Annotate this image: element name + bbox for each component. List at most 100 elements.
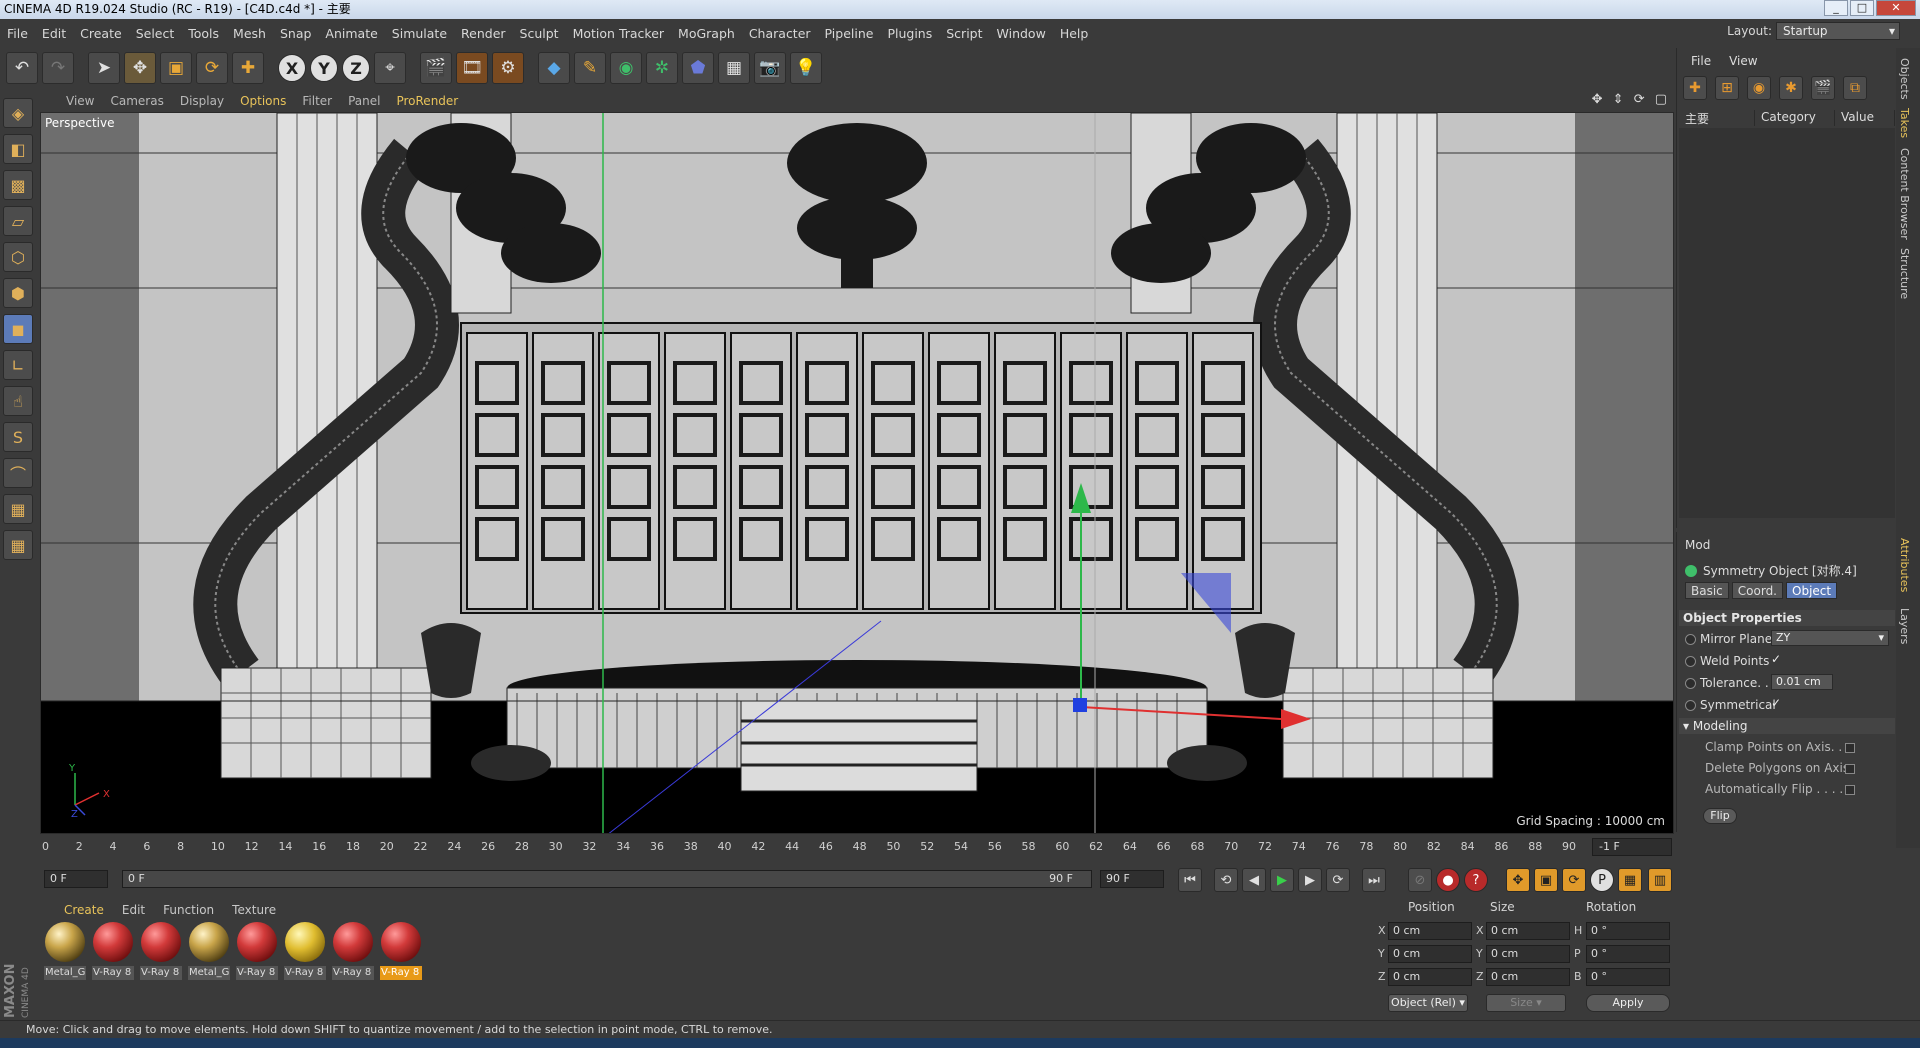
take-new-icon[interactable]: ✚ — [1683, 76, 1707, 100]
take-group-icon[interactable]: ◉ — [1747, 76, 1771, 100]
menu-character[interactable]: Character — [742, 26, 818, 41]
menu-motion-tracker[interactable]: Motion Tracker — [566, 26, 671, 41]
rotation-p-field[interactable]: 0 ° — [1586, 945, 1670, 963]
layout-select[interactable]: Startup ▾ — [1776, 22, 1900, 40]
delete-polygons-checkbox[interactable] — [1845, 764, 1855, 774]
subdivision-icon[interactable]: ◉ — [610, 52, 642, 84]
menu-pipeline[interactable]: Pipeline — [818, 26, 881, 41]
timeline-ruler[interactable]: 0 2 4 6 8 10 12 14 16 18 20 22 24 26 28 30 32 34 36 38 40 42 4… — [42, 838, 1672, 858]
viewport-menu-display[interactable]: Display — [180, 94, 224, 108]
cloner-icon[interactable]: ✲ — [646, 52, 678, 84]
position-z-field[interactable]: 0 cm — [1388, 968, 1472, 986]
coordinate-system-icon[interactable]: ⌖ — [374, 52, 406, 84]
render-picture-viewer-icon[interactable]: 🎞 — [456, 52, 488, 84]
rotation-h-field[interactable]: 0 ° — [1586, 922, 1670, 940]
make-editable-icon[interactable]: ◈ — [3, 98, 33, 128]
modeling-section[interactable]: ▾ Modeling — [1679, 718, 1895, 734]
enable-snap-icon[interactable]: ⌒ — [3, 458, 33, 488]
minimize-button[interactable]: _ — [1824, 0, 1848, 16]
viewport-menu-prorender[interactable]: ProRender — [396, 94, 458, 108]
object-menu-view[interactable]: View — [1729, 54, 1757, 68]
auto-flip-checkbox[interactable] — [1845, 785, 1855, 795]
render-settings-icon[interactable]: ⚙ — [492, 52, 524, 84]
previous-frame-icon[interactable]: ◀ — [1242, 868, 1266, 892]
rotate-tool-icon[interactable]: ⟳ — [196, 52, 228, 84]
material-swatch[interactable]: V-Ray 8 — [92, 922, 134, 1024]
menu-snap[interactable]: Snap — [273, 26, 318, 41]
keyframe-radio-icon[interactable] — [1685, 677, 1696, 689]
material-menu-create[interactable]: Create — [64, 903, 104, 917]
close-button[interactable]: ✕ — [1876, 0, 1916, 16]
position-y-field[interactable]: 0 cm — [1388, 945, 1472, 963]
apply-button[interactable]: Apply — [1586, 994, 1670, 1012]
rotation-b-field[interactable]: 0 ° — [1586, 968, 1670, 986]
previous-key-icon[interactable]: ⟲ — [1214, 868, 1238, 892]
cube-icon[interactable]: ◆ — [538, 52, 570, 84]
locked-workplane-icon[interactable]: ▦ — [3, 494, 33, 524]
menu-file[interactable]: File — [0, 26, 35, 41]
material-swatch[interactable]: V-Ray 8 — [140, 922, 182, 1024]
pen-spline-icon[interactable]: ✎ — [574, 52, 606, 84]
goto-start-icon[interactable]: ⏮ — [1178, 868, 1202, 892]
size-mode-select[interactable]: Size ▾ — [1486, 994, 1566, 1012]
polygons-mode-icon[interactable]: ◼ — [3, 314, 33, 344]
y-axis-lock-icon[interactable]: Y — [310, 54, 338, 82]
menu-edit[interactable]: Edit — [35, 26, 73, 41]
flip-button[interactable]: Flip — [1703, 808, 1737, 824]
texture-mode-icon[interactable]: ▩ — [3, 170, 33, 200]
keyframe-radio-icon[interactable] — [1685, 633, 1696, 645]
menu-plugins[interactable]: Plugins — [880, 26, 939, 41]
end-frame-field[interactable]: 90 F — [1100, 870, 1164, 888]
viewport-menu-filter[interactable]: Filter — [302, 94, 332, 108]
menu-help[interactable]: Help — [1053, 26, 1096, 41]
solo-icon[interactable]: S — [3, 422, 33, 452]
symmetrical-checkbox[interactable]: ✓ — [1771, 696, 1781, 710]
next-key-icon[interactable]: ⟳ — [1326, 868, 1350, 892]
light-icon[interactable]: 💡 — [790, 52, 822, 84]
maximize-button[interactable]: □ — [1850, 0, 1874, 16]
frame-range-slider[interactable]: 0 F 90 F — [122, 870, 1092, 888]
start-frame-field[interactable]: 0 F — [44, 870, 108, 888]
size-x-field[interactable]: 0 cm — [1486, 922, 1570, 940]
material-swatch[interactable]: Metal_G — [44, 922, 86, 1024]
keyframe-radio-icon[interactable] — [1685, 699, 1696, 711]
take-camera-icon[interactable]: 🎬 — [1811, 76, 1835, 100]
deformer-icon[interactable]: ⬟ — [682, 52, 714, 84]
move-tool-icon[interactable]: ✥ — [124, 52, 156, 84]
material-swatch[interactable]: V-Ray 8 — [236, 922, 278, 1024]
viewport-menu-view[interactable]: View — [66, 94, 94, 108]
side-tab-structure[interactable]: Structure — [1898, 248, 1911, 299]
floor-icon[interactable]: ▦ — [718, 52, 750, 84]
side-tab-attributes[interactable]: Attributes — [1898, 538, 1911, 592]
menu-mesh[interactable]: Mesh — [226, 26, 273, 41]
undo-icon[interactable]: ↶ — [6, 52, 38, 84]
tab-coord[interactable]: Coord. — [1731, 582, 1783, 599]
weld-points-checkbox[interactable]: ✓ — [1771, 652, 1781, 666]
menu-select[interactable]: Select — [129, 26, 182, 41]
material-swatch-selected[interactable]: V-Ray 8 — [380, 922, 422, 1024]
material-menu-function[interactable]: Function — [163, 903, 214, 917]
menu-sculpt[interactable]: Sculpt — [513, 26, 566, 41]
goto-end-icon[interactable]: ⏭ — [1362, 868, 1386, 892]
mirror-plane-select[interactable]: ZY ▾ — [1771, 630, 1889, 646]
axis-mode-icon[interactable]: ∟ — [3, 350, 33, 380]
model-mode-icon[interactable]: ◧ — [3, 134, 33, 164]
x-axis-lock-icon[interactable]: X — [278, 54, 306, 82]
render-view-icon[interactable]: 🎬 — [420, 52, 452, 84]
keyframe-radio-icon[interactable] — [1685, 655, 1696, 667]
take-lock-icon[interactable]: ⧉ — [1843, 76, 1867, 100]
material-swatch[interactable]: V-Ray 8 — [332, 922, 374, 1024]
object-menu-file[interactable]: File — [1691, 54, 1711, 68]
select-arrow-icon[interactable]: ➤ — [88, 52, 120, 84]
menu-mograph[interactable]: MoGraph — [671, 26, 742, 41]
side-tab-content-browser[interactable]: Content Browser — [1898, 148, 1911, 240]
redo-icon[interactable]: ↷ — [42, 52, 74, 84]
workplane-icon[interactable]: ▱ — [3, 206, 33, 236]
menu-create[interactable]: Create — [73, 26, 129, 41]
tab-basic[interactable]: Basic — [1685, 582, 1729, 599]
record-active-objects-icon[interactable]: ● — [1436, 868, 1460, 892]
size-z-field[interactable]: 0 cm — [1486, 968, 1570, 986]
tweak-mode-icon[interactable]: ☝ — [3, 386, 33, 416]
material-swatch[interactable]: V-Ray 8 — [284, 922, 326, 1024]
tab-object[interactable]: Object — [1786, 582, 1838, 599]
